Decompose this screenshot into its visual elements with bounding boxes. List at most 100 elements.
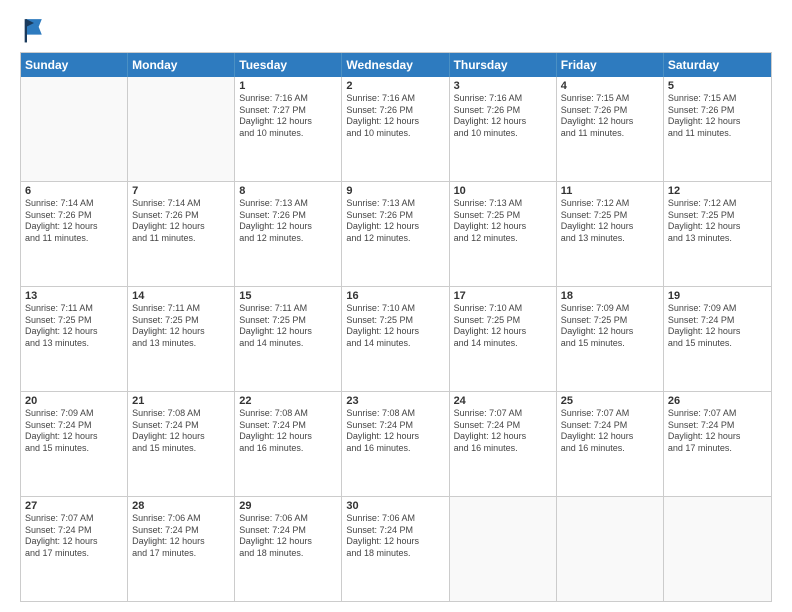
day-info: Sunrise: 7:06 AM Sunset: 7:24 PM Dayligh… <box>346 513 444 560</box>
day-info: Sunrise: 7:07 AM Sunset: 7:24 PM Dayligh… <box>561 408 659 455</box>
logo <box>20 16 52 44</box>
day-number: 23 <box>346 395 444 407</box>
day-info: Sunrise: 7:14 AM Sunset: 7:26 PM Dayligh… <box>132 198 230 245</box>
day-number: 1 <box>239 80 337 92</box>
calendar-row-3: 13Sunrise: 7:11 AM Sunset: 7:25 PM Dayli… <box>21 286 771 391</box>
calendar-cell: 14Sunrise: 7:11 AM Sunset: 7:25 PM Dayli… <box>128 287 235 391</box>
calendar-cell: 4Sunrise: 7:15 AM Sunset: 7:26 PM Daylig… <box>557 77 664 181</box>
calendar-cell <box>21 77 128 181</box>
day-info: Sunrise: 7:16 AM Sunset: 7:26 PM Dayligh… <box>346 93 444 140</box>
header <box>20 16 772 44</box>
calendar: SundayMondayTuesdayWednesdayThursdayFrid… <box>20 52 772 602</box>
calendar-cell: 19Sunrise: 7:09 AM Sunset: 7:24 PM Dayli… <box>664 287 771 391</box>
day-number: 17 <box>454 290 552 302</box>
calendar-cell: 7Sunrise: 7:14 AM Sunset: 7:26 PM Daylig… <box>128 182 235 286</box>
calendar-cell: 17Sunrise: 7:10 AM Sunset: 7:25 PM Dayli… <box>450 287 557 391</box>
day-info: Sunrise: 7:09 AM Sunset: 7:25 PM Dayligh… <box>561 303 659 350</box>
day-number: 7 <box>132 185 230 197</box>
day-number: 4 <box>561 80 659 92</box>
day-info: Sunrise: 7:11 AM Sunset: 7:25 PM Dayligh… <box>25 303 123 350</box>
day-info: Sunrise: 7:07 AM Sunset: 7:24 PM Dayligh… <box>668 408 767 455</box>
day-number: 10 <box>454 185 552 197</box>
day-number: 30 <box>346 500 444 512</box>
calendar-cell: 10Sunrise: 7:13 AM Sunset: 7:25 PM Dayli… <box>450 182 557 286</box>
day-info: Sunrise: 7:09 AM Sunset: 7:24 PM Dayligh… <box>668 303 767 350</box>
day-number: 2 <box>346 80 444 92</box>
calendar-cell: 27Sunrise: 7:07 AM Sunset: 7:24 PM Dayli… <box>21 497 128 601</box>
calendar-cell: 5Sunrise: 7:15 AM Sunset: 7:26 PM Daylig… <box>664 77 771 181</box>
calendar-cell: 6Sunrise: 7:14 AM Sunset: 7:26 PM Daylig… <box>21 182 128 286</box>
day-number: 15 <box>239 290 337 302</box>
weekday-header-saturday: Saturday <box>664 53 771 77</box>
weekday-header-monday: Monday <box>128 53 235 77</box>
day-number: 19 <box>668 290 767 302</box>
calendar-cell: 12Sunrise: 7:12 AM Sunset: 7:25 PM Dayli… <box>664 182 771 286</box>
calendar-header: SundayMondayTuesdayWednesdayThursdayFrid… <box>21 53 771 77</box>
calendar-cell: 22Sunrise: 7:08 AM Sunset: 7:24 PM Dayli… <box>235 392 342 496</box>
day-number: 18 <box>561 290 659 302</box>
day-number: 8 <box>239 185 337 197</box>
day-number: 5 <box>668 80 767 92</box>
day-info: Sunrise: 7:09 AM Sunset: 7:24 PM Dayligh… <box>25 408 123 455</box>
calendar-cell: 20Sunrise: 7:09 AM Sunset: 7:24 PM Dayli… <box>21 392 128 496</box>
calendar-cell: 26Sunrise: 7:07 AM Sunset: 7:24 PM Dayli… <box>664 392 771 496</box>
calendar-cell: 30Sunrise: 7:06 AM Sunset: 7:24 PM Dayli… <box>342 497 449 601</box>
day-info: Sunrise: 7:07 AM Sunset: 7:24 PM Dayligh… <box>454 408 552 455</box>
calendar-row-2: 6Sunrise: 7:14 AM Sunset: 7:26 PM Daylig… <box>21 181 771 286</box>
day-number: 11 <box>561 185 659 197</box>
calendar-cell: 25Sunrise: 7:07 AM Sunset: 7:24 PM Dayli… <box>557 392 664 496</box>
day-number: 24 <box>454 395 552 407</box>
day-info: Sunrise: 7:06 AM Sunset: 7:24 PM Dayligh… <box>239 513 337 560</box>
day-info: Sunrise: 7:12 AM Sunset: 7:25 PM Dayligh… <box>561 198 659 245</box>
day-number: 3 <box>454 80 552 92</box>
calendar-cell: 13Sunrise: 7:11 AM Sunset: 7:25 PM Dayli… <box>21 287 128 391</box>
weekday-header-friday: Friday <box>557 53 664 77</box>
day-info: Sunrise: 7:16 AM Sunset: 7:27 PM Dayligh… <box>239 93 337 140</box>
calendar-cell <box>664 497 771 601</box>
calendar-cell: 11Sunrise: 7:12 AM Sunset: 7:25 PM Dayli… <box>557 182 664 286</box>
calendar-row-5: 27Sunrise: 7:07 AM Sunset: 7:24 PM Dayli… <box>21 496 771 601</box>
day-number: 13 <box>25 290 123 302</box>
day-info: Sunrise: 7:08 AM Sunset: 7:24 PM Dayligh… <box>239 408 337 455</box>
day-number: 26 <box>668 395 767 407</box>
day-number: 22 <box>239 395 337 407</box>
day-number: 25 <box>561 395 659 407</box>
day-number: 16 <box>346 290 444 302</box>
day-info: Sunrise: 7:07 AM Sunset: 7:24 PM Dayligh… <box>25 513 123 560</box>
day-info: Sunrise: 7:13 AM Sunset: 7:26 PM Dayligh… <box>346 198 444 245</box>
day-number: 6 <box>25 185 123 197</box>
day-info: Sunrise: 7:14 AM Sunset: 7:26 PM Dayligh… <box>25 198 123 245</box>
day-info: Sunrise: 7:13 AM Sunset: 7:26 PM Dayligh… <box>239 198 337 245</box>
calendar-cell <box>450 497 557 601</box>
calendar-cell: 24Sunrise: 7:07 AM Sunset: 7:24 PM Dayli… <box>450 392 557 496</box>
day-info: Sunrise: 7:13 AM Sunset: 7:25 PM Dayligh… <box>454 198 552 245</box>
day-number: 21 <box>132 395 230 407</box>
day-number: 12 <box>668 185 767 197</box>
day-info: Sunrise: 7:08 AM Sunset: 7:24 PM Dayligh… <box>132 408 230 455</box>
calendar-cell: 28Sunrise: 7:06 AM Sunset: 7:24 PM Dayli… <box>128 497 235 601</box>
day-info: Sunrise: 7:12 AM Sunset: 7:25 PM Dayligh… <box>668 198 767 245</box>
calendar-cell: 29Sunrise: 7:06 AM Sunset: 7:24 PM Dayli… <box>235 497 342 601</box>
calendar-cell: 9Sunrise: 7:13 AM Sunset: 7:26 PM Daylig… <box>342 182 449 286</box>
calendar-cell: 2Sunrise: 7:16 AM Sunset: 7:26 PM Daylig… <box>342 77 449 181</box>
day-number: 20 <box>25 395 123 407</box>
calendar-cell: 18Sunrise: 7:09 AM Sunset: 7:25 PM Dayli… <box>557 287 664 391</box>
weekday-header-tuesday: Tuesday <box>235 53 342 77</box>
weekday-header-wednesday: Wednesday <box>342 53 449 77</box>
day-info: Sunrise: 7:10 AM Sunset: 7:25 PM Dayligh… <box>454 303 552 350</box>
day-info: Sunrise: 7:15 AM Sunset: 7:26 PM Dayligh… <box>561 93 659 140</box>
day-number: 9 <box>346 185 444 197</box>
day-info: Sunrise: 7:06 AM Sunset: 7:24 PM Dayligh… <box>132 513 230 560</box>
day-number: 27 <box>25 500 123 512</box>
day-number: 28 <box>132 500 230 512</box>
calendar-cell: 1Sunrise: 7:16 AM Sunset: 7:27 PM Daylig… <box>235 77 342 181</box>
calendar-row-1: 1Sunrise: 7:16 AM Sunset: 7:27 PM Daylig… <box>21 77 771 181</box>
calendar-cell: 23Sunrise: 7:08 AM Sunset: 7:24 PM Dayli… <box>342 392 449 496</box>
day-info: Sunrise: 7:11 AM Sunset: 7:25 PM Dayligh… <box>132 303 230 350</box>
weekday-header-thursday: Thursday <box>450 53 557 77</box>
calendar-cell: 3Sunrise: 7:16 AM Sunset: 7:26 PM Daylig… <box>450 77 557 181</box>
calendar-cell: 15Sunrise: 7:11 AM Sunset: 7:25 PM Dayli… <box>235 287 342 391</box>
day-info: Sunrise: 7:16 AM Sunset: 7:26 PM Dayligh… <box>454 93 552 140</box>
weekday-header-sunday: Sunday <box>21 53 128 77</box>
calendar-cell: 16Sunrise: 7:10 AM Sunset: 7:25 PM Dayli… <box>342 287 449 391</box>
